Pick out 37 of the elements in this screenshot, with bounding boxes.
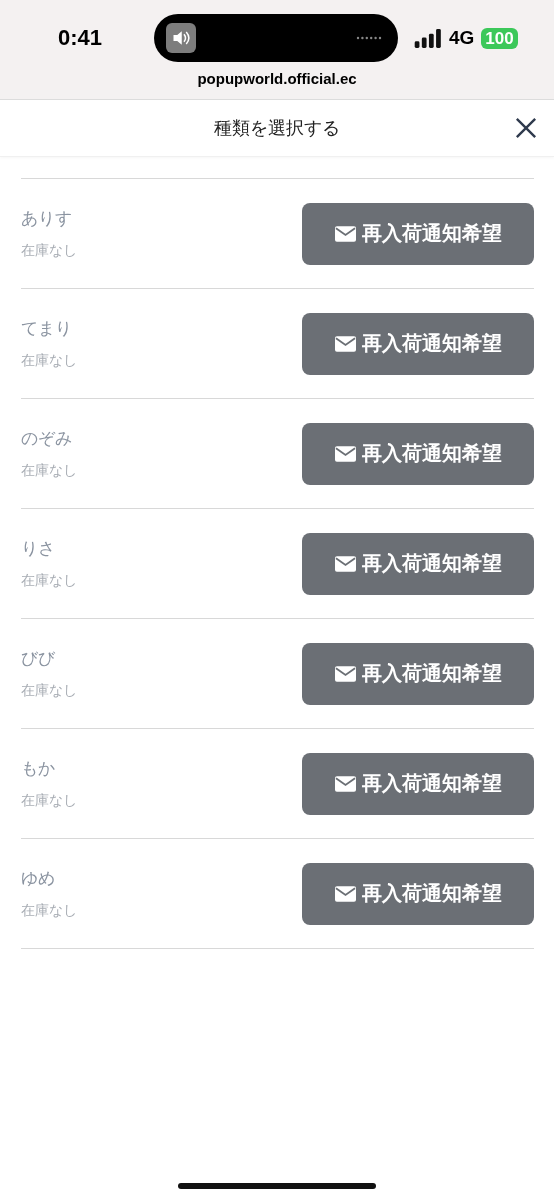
stock-status: 在庫なし [21,682,77,700]
sheet-title: 種類を選択する [214,116,340,140]
restock-notify-button[interactable]: 再入荷通知希望 [302,752,534,815]
envelope-icon [334,555,356,572]
stock-status: 在庫なし [21,352,77,370]
variant-name: てまり [21,317,73,340]
restock-notify-button[interactable]: 再入荷通知希望 [302,642,534,705]
stock-status: 在庫なし [21,792,77,810]
stock-status: 在庫なし [21,242,77,260]
restock-notify-button[interactable]: 再入荷通知希望 [302,312,534,375]
restock-notify-button[interactable]: 再入荷通知希望 [302,862,534,925]
stock-status: 在庫なし [21,902,77,920]
envelope-icon [334,665,356,682]
clock-time: 0:41 [58,25,104,51]
envelope-icon [334,445,356,462]
envelope-icon [334,335,356,352]
address-text[interactable]: popupworld.official.ec [0,70,554,87]
speaker-icon [166,23,196,53]
restock-notify-button[interactable]: 再入荷通知希望 [302,202,534,265]
restock-notify-button[interactable]: 再入荷通知希望 [302,532,534,595]
stock-status: 在庫なし [21,462,77,480]
envelope-icon [334,775,356,792]
variant-name: ゆめ [21,867,56,890]
variant-name: りさ [21,537,56,560]
variant-name: びび [21,647,56,670]
network-label: 4G [449,27,475,49]
variant-name: もか [21,757,56,780]
variant-name: ありす [21,207,73,230]
restock-notify-button[interactable]: 再入荷通知希望 [302,422,534,485]
signal-icon [414,28,442,48]
battery-level: 100 [481,27,518,49]
envelope-icon [334,225,356,242]
dots-icon [356,36,382,40]
close-icon[interactable] [515,117,537,139]
variant-name: のぞみ [21,427,73,450]
stock-status: 在庫なし [21,572,77,590]
envelope-icon [334,885,356,902]
